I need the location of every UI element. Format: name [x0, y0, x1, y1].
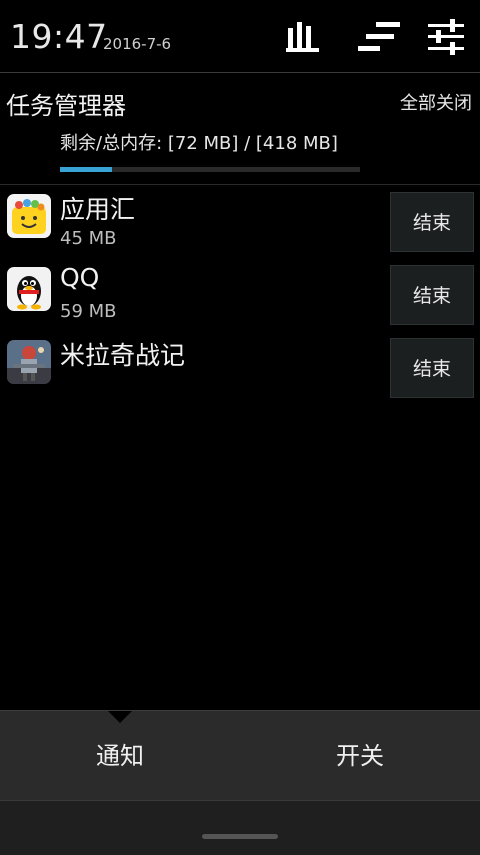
bottom-tab-bar: 通知 开关 — [0, 710, 480, 801]
end-task-button[interactable]: 结束 — [390, 265, 474, 325]
memory-info: 剩余/总内存: [72 MB] / [418 MB] — [60, 133, 338, 154]
sort-icon[interactable] — [356, 18, 402, 56]
tab-toggles[interactable]: 开关 — [240, 711, 480, 801]
app-name: 米拉奇战记 — [60, 341, 186, 370]
signal-bars-icon[interactable] — [284, 18, 324, 56]
app-store-bag-icon — [7, 194, 51, 238]
end-task-button[interactable]: 结束 — [390, 338, 474, 398]
drawer-footer — [0, 800, 480, 855]
app-list: 应用汇 45 MB 结束 QQ 59 MB 结束 米拉奇战记 结束 — [0, 190, 480, 409]
status-bar: 19:47 2016-7-6 — [0, 0, 480, 73]
page-title: 任务管理器 — [6, 92, 126, 120]
app-memory: 59 MB — [60, 301, 117, 322]
memory-progress-fill — [60, 167, 112, 172]
drag-handle[interactable] — [202, 834, 278, 839]
clock-time: 19:47 — [10, 17, 108, 56]
settings-sliders-icon[interactable] — [426, 18, 466, 56]
app-name: QQ — [60, 263, 100, 292]
divider — [0, 184, 480, 185]
date-text: 2016-7-6 — [103, 35, 172, 53]
qq-penguin-icon — [7, 267, 51, 311]
list-item[interactable]: 米拉奇战记 结束 — [0, 336, 480, 409]
tab-notifications[interactable]: 通知 — [0, 711, 240, 801]
game-warrior-icon — [7, 340, 51, 384]
app-name: 应用汇 — [60, 195, 136, 224]
list-item[interactable]: 应用汇 45 MB 结束 — [0, 190, 480, 263]
app-memory: 45 MB — [60, 228, 117, 249]
close-all-button[interactable]: 全部关闭 — [400, 89, 472, 115]
list-item[interactable]: QQ 59 MB 结束 — [0, 263, 480, 336]
memory-progress-bar — [60, 167, 360, 172]
end-task-button[interactable]: 结束 — [390, 192, 474, 252]
